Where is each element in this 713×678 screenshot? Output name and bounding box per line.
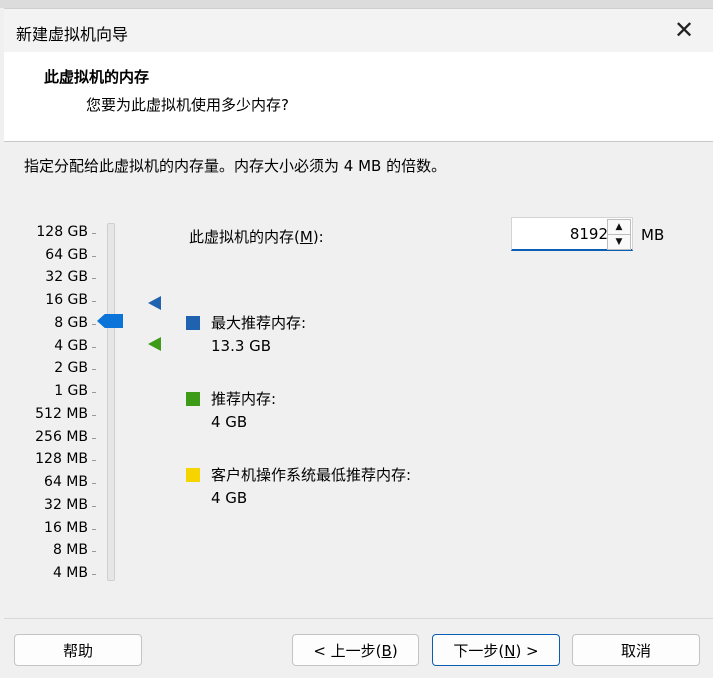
scale-label: 256 MB (0, 429, 96, 445)
guest-min-square-icon (186, 468, 200, 482)
recommended-marker-icon (148, 337, 161, 351)
next-button[interactable]: 下一步(N) > (432, 634, 560, 666)
memory-slider-track[interactable] (107, 223, 115, 581)
max-recommended-value: 13.3 GB (211, 337, 272, 355)
new-vm-wizard-window: 新建虚拟机向导 ✕ 此虚拟机的内存 您要为此虚拟机使用多少内存? 指定分配给此虚… (0, 0, 713, 678)
memory-slider-thumb[interactable] (97, 314, 123, 328)
memory-unit: MB (641, 226, 665, 244)
memory-input[interactable] (516, 221, 610, 247)
spin-down-button[interactable]: ▼ (607, 234, 631, 250)
max-recommended-label: 最大推荐内存: (211, 314, 307, 332)
max-recommended-marker-icon (148, 296, 161, 310)
page-subtitle: 您要为此虚拟机使用多少内存? (86, 96, 289, 114)
scale-label: 16 MB (0, 520, 96, 536)
spin-up-button[interactable]: ▲ (607, 219, 631, 235)
guest-min-value: 4 GB (211, 489, 248, 507)
close-icon: ✕ (673, 16, 695, 44)
up-arrow-icon: ▲ (615, 222, 623, 232)
scale-label: 4 MB (0, 565, 96, 581)
scale-label: 64 GB (0, 247, 96, 263)
help-button[interactable]: 帮助 (14, 634, 142, 666)
memory-field-label: 此虚拟机的内存(M): (189, 228, 324, 246)
recommended-square-icon (186, 392, 200, 406)
scale-label: 64 MB (0, 474, 96, 490)
scale-label: 32 MB (0, 497, 96, 513)
memory-spinbox[interactable]: ▲ ▼ (511, 217, 633, 251)
background-strip (0, 0, 713, 8)
scale-label: 2 GB (0, 360, 96, 376)
scale-label: 512 MB (0, 406, 96, 422)
cancel-button[interactable]: 取消 (572, 634, 700, 666)
scale-label: 32 GB (0, 269, 96, 285)
scale-label: 4 GB (0, 338, 96, 354)
scale-label: 8 GB (0, 315, 96, 331)
scale-label: 128 GB (0, 224, 96, 240)
scale-label: 128 MB (0, 451, 96, 467)
footer-divider (4, 618, 713, 619)
guest-min-label: 客户机操作系统最低推荐内存: (211, 466, 412, 484)
scale-label: 16 GB (0, 292, 96, 308)
recommended-label: 推荐内存: (211, 390, 277, 408)
max-recommended-square-icon (186, 316, 200, 330)
down-arrow-icon: ▼ (615, 237, 623, 247)
back-button[interactable]: < 上一步(B) (292, 634, 419, 666)
wizard-header: 此虚拟机的内存 您要为此虚拟机使用多少内存? (4, 52, 713, 142)
scale-label: 8 MB (0, 542, 96, 558)
title-bar: 新建虚拟机向导 ✕ (4, 8, 713, 53)
page-title: 此虚拟机的内存 (44, 68, 150, 86)
instruction-text: 指定分配给此虚拟机的内存量。内存大小必须为 4 MB 的倍数。 (24, 157, 447, 175)
close-button[interactable]: ✕ (669, 15, 699, 45)
recommended-value: 4 GB (211, 413, 248, 431)
window-title: 新建虚拟机向导 (16, 25, 129, 44)
scale-label: 1 GB (0, 383, 96, 399)
